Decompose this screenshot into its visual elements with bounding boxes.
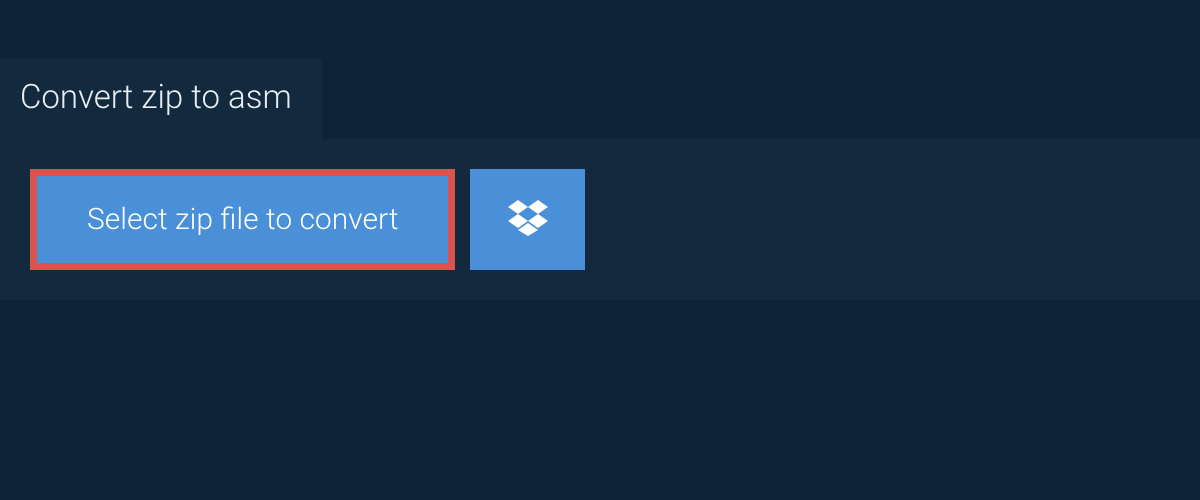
select-file-label: Select zip file to convert: [87, 202, 398, 237]
tab-header: Convert zip to asm: [0, 58, 322, 139]
dropbox-button[interactable]: [470, 169, 585, 270]
page-title: Convert zip to asm: [20, 78, 292, 117]
button-panel: Select zip file to convert: [0, 139, 1200, 300]
select-file-button[interactable]: Select zip file to convert: [30, 169, 455, 270]
dropbox-icon: [508, 200, 548, 240]
